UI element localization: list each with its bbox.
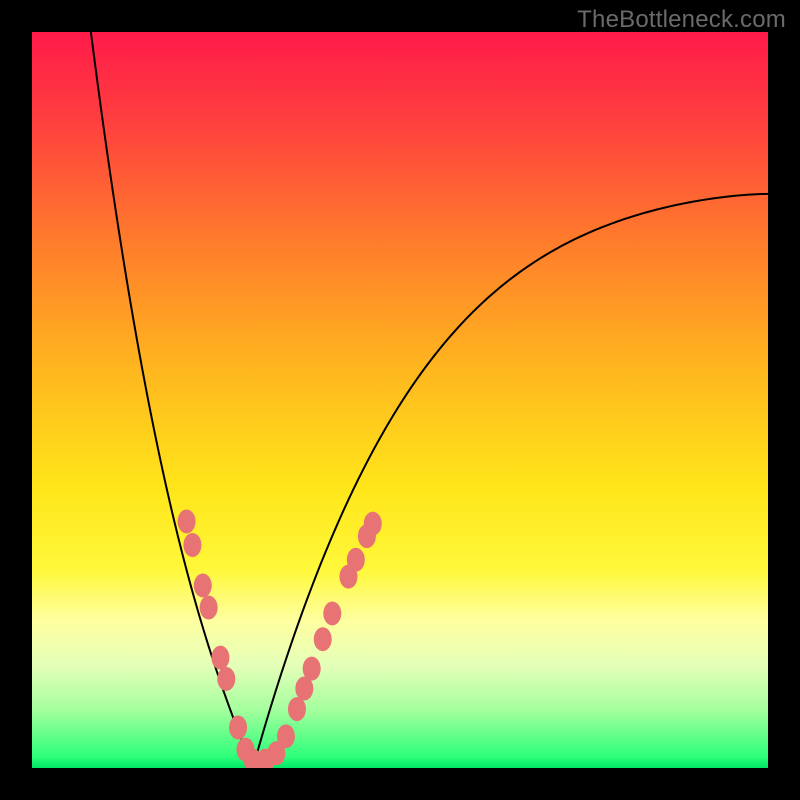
gradient-background [32, 32, 768, 768]
chart-svg [32, 32, 768, 768]
data-point [303, 657, 321, 681]
plot-area [32, 32, 768, 768]
data-point [323, 601, 341, 625]
data-point [194, 573, 212, 597]
data-point [211, 646, 229, 670]
data-point [178, 509, 196, 533]
data-point [229, 716, 247, 740]
data-point [314, 627, 332, 651]
data-point [347, 548, 365, 572]
data-point [183, 533, 201, 557]
data-point [277, 724, 295, 748]
data-point [288, 697, 306, 721]
data-point [200, 596, 218, 620]
chart-frame: TheBottleneck.com [0, 0, 800, 800]
data-point [217, 667, 235, 691]
watermark-text: TheBottleneck.com [577, 6, 786, 34]
data-point [364, 512, 382, 536]
